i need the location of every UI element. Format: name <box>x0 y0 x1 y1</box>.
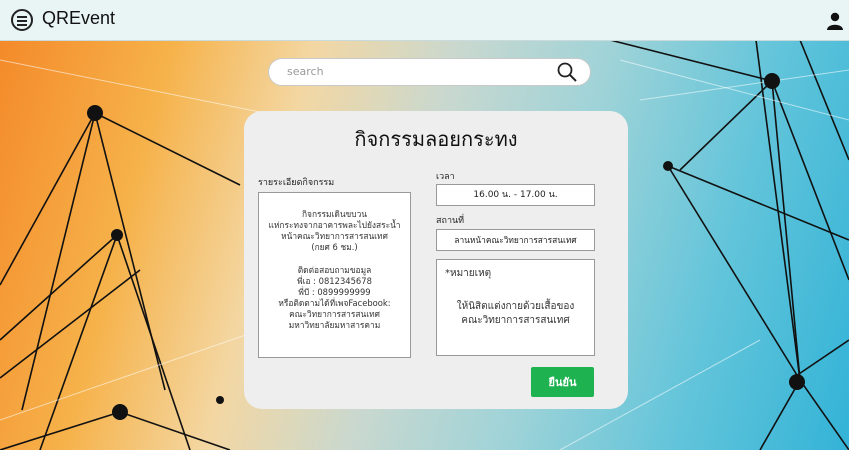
details-body: กิจกรรมเดินขบวน แห่กระทงจากอาคารพละไปยัง… <box>268 209 401 252</box>
place-label: สถานที่ <box>436 216 465 226</box>
note-textarea[interactable]: *หมายเหตุ ให้นิสิตแต่งกายด้วยเสื้อของ คณ… <box>436 259 595 356</box>
contact-body: ติดต่อสอบถามขอมูล พี่เอ : 0812345678 พี่… <box>278 265 391 330</box>
time-field[interactable]: 16.00 น. - 17.00 น. <box>436 184 595 206</box>
event-detail-card: กิจกรรมลอยกระทง รายระเอียดกิจกรรม กิจกรร… <box>244 111 628 409</box>
search-icon[interactable] <box>556 61 578 83</box>
user-icon[interactable] <box>827 12 843 30</box>
top-bar: QREvent <box>0 0 849 41</box>
note-text: ให้นิสิตแต่งกายด้วยเสื้อของ คณะวิทยาการส… <box>456 301 575 326</box>
time-label: เวลา <box>436 172 455 182</box>
details-textarea[interactable]: กิจกรรมเดินขบวน แห่กระทงจากอาคารพละไปยัง… <box>258 192 411 358</box>
event-title: กิจกรรมลอยกระทง <box>354 127 518 151</box>
search-input[interactable]: search <box>287 65 324 78</box>
app-root: QREvent search กิจกรรมลอยกระทง รายระเอีย… <box>0 0 849 450</box>
hamburger-menu-icon[interactable] <box>11 9 33 31</box>
note-label: *หมายเหตุ <box>445 268 492 279</box>
search-bar[interactable]: search <box>268 58 591 86</box>
confirm-button[interactable]: ยืนยัน <box>531 367 594 397</box>
app-title: QREvent <box>42 8 116 28</box>
place-field[interactable]: ลานหน้าคณะวิทยาการสารสนเทศ <box>436 229 595 251</box>
details-label: รายระเอียดกิจกรรม <box>258 178 335 188</box>
